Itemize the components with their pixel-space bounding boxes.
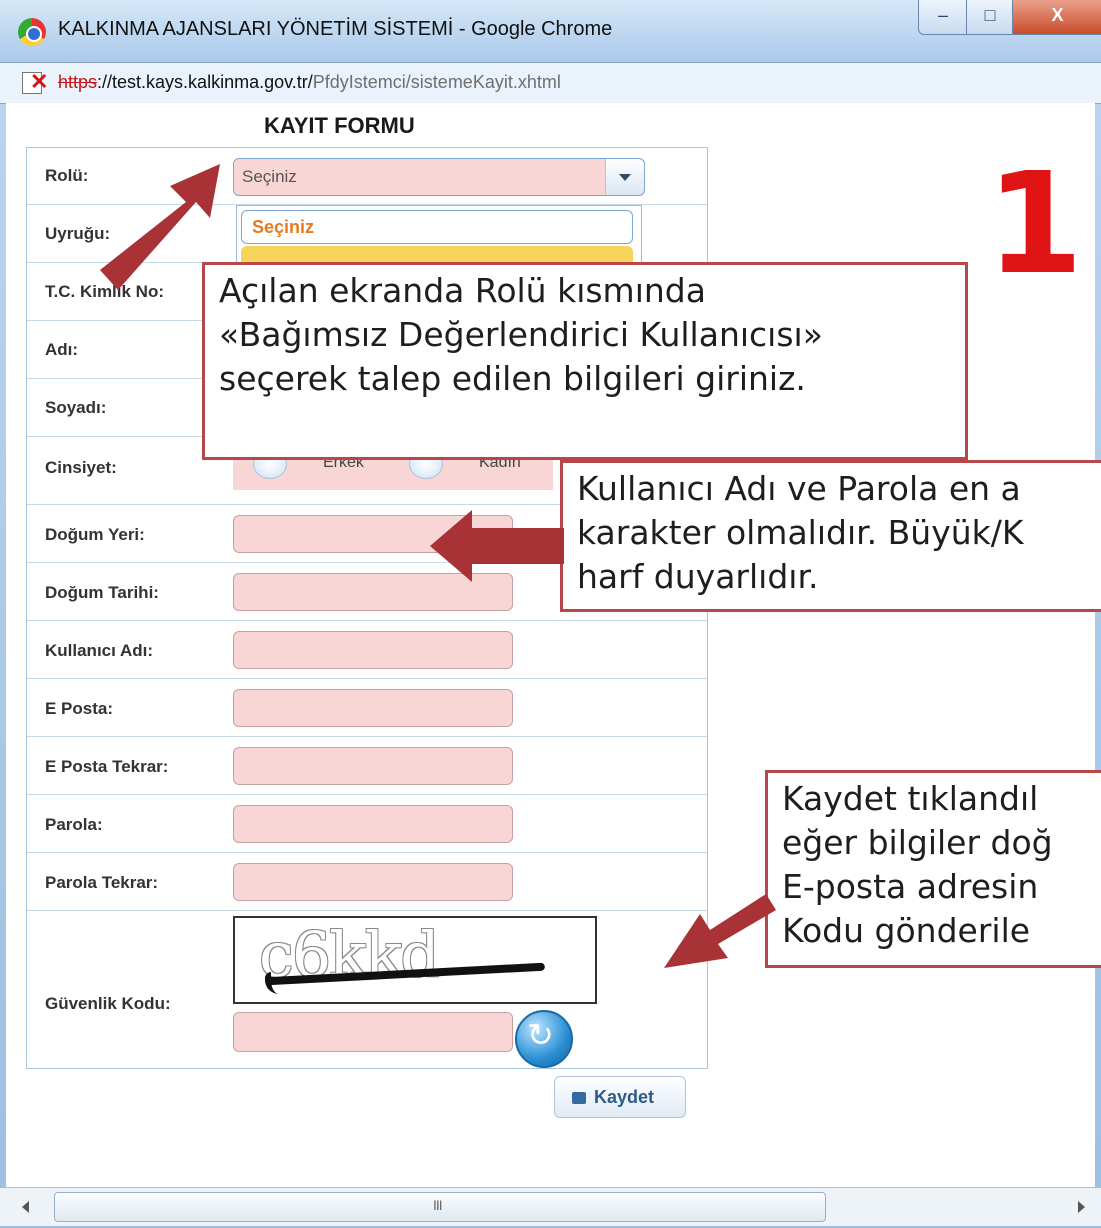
email-input[interactable] <box>233 689 513 727</box>
callout-username-line-1: Kullanıcı Adı ve Parola en a <box>577 469 1021 508</box>
email-label: E Posta: <box>45 699 114 718</box>
callout-role: Açılan ekranda Rolü kısmında «Bağımsız D… <box>202 262 968 460</box>
url-host: ://test.kays.kalkinma.gov.tr/ <box>97 72 313 92</box>
minimize-button[interactable]: – <box>918 0 968 35</box>
password-repeat-label: Parola Tekrar: <box>45 873 159 892</box>
scroll-right-icon[interactable] <box>1070 1192 1094 1220</box>
surname-label: Soyadı: <box>45 398 107 417</box>
email-row: E Posta: <box>27 678 707 737</box>
browser-window: KALKINMA AJANSLARI YÖNETİM SİSTEMİ - Goo… <box>0 0 1101 1228</box>
birthplace-input[interactable] <box>233 515 513 553</box>
callout-save-line-4: Kodu gönderile <box>782 911 1031 950</box>
horizontal-scrollbar[interactable]: III <box>0 1187 1101 1226</box>
url-path: PfdyIstemci/sistemeKayit.xhtml <box>312 72 561 92</box>
save-icon <box>572 1092 586 1104</box>
callout-username: Kullanıcı Adı ve Parola en a karakter ol… <box>560 460 1101 612</box>
role-row: Rolü: Seçiniz <box>27 148 707 205</box>
scrollbar-thumb[interactable]: III <box>54 1192 826 1222</box>
callout-role-line-1: Açılan ekranda Rolü kısmında <box>219 271 706 310</box>
password-row: Parola: <box>27 794 707 853</box>
callout-save: Kaydet tıklandıl eğer bilgiler doğ E-pos… <box>765 770 1101 968</box>
chevron-down-icon[interactable] <box>605 159 644 195</box>
callout-role-line-3: seçerek talep edilen bilgileri giriniz. <box>219 359 806 398</box>
close-button[interactable]: X <box>1012 0 1101 35</box>
gender-label: Cinsiyet: <box>45 458 117 477</box>
save-button-label: Kaydet <box>594 1087 655 1107</box>
nationality-label: Uyruğu: <box>45 224 111 243</box>
insecure-x-icon[interactable]: ✕ <box>30 71 48 93</box>
password-input[interactable] <box>233 805 513 843</box>
password-label: Parola: <box>45 815 103 834</box>
email-repeat-row: E Posta Tekrar: <box>27 736 707 795</box>
save-button[interactable]: Kaydet <box>554 1076 686 1118</box>
captcha-label: Güvenlik Kodu: <box>45 994 171 1013</box>
callout-username-line-2: karakter olmalıdır. Büyük/K <box>577 513 1024 552</box>
maximize-button[interactable]: □ <box>966 0 1014 35</box>
tc-no-label: T.C. Kimlik No: <box>45 282 165 301</box>
role-option-label: Seçiniz <box>252 217 315 237</box>
step-number: 1 <box>986 143 1084 306</box>
callout-save-line-1: Kaydet tıklandıl <box>782 779 1039 818</box>
role-option-seciniz[interactable]: Seçiniz <box>241 210 633 244</box>
birthplace-label: Doğum Yeri: <box>45 525 145 544</box>
form-title: KAYIT FORMU <box>264 113 415 138</box>
captcha-image: c6kkd <box>233 916 597 1004</box>
captcha-input[interactable] <box>233 1012 513 1052</box>
role-select[interactable]: Seçiniz <box>233 158 645 196</box>
scrollbar-grip: III <box>433 1197 443 1213</box>
password-repeat-row: Parola Tekrar: <box>27 852 707 911</box>
role-select-value: Seçiniz <box>242 167 297 186</box>
birthdate-label: Doğum Tarihi: <box>45 583 159 602</box>
name-label: Adı: <box>45 340 79 359</box>
refresh-icon[interactable] <box>515 1010 573 1068</box>
url-text[interactable]: https://test.kays.kalkinma.gov.tr/PfdyIs… <box>58 72 561 93</box>
username-row: Kullanıcı Adı: <box>27 620 707 679</box>
username-input[interactable] <box>233 631 513 669</box>
password-repeat-input[interactable] <box>233 863 513 901</box>
callout-username-line-3: harf duyarlıdır. <box>577 557 819 596</box>
username-label: Kullanıcı Adı: <box>45 641 153 660</box>
title-bar: KALKINMA AJANSLARI YÖNETİM SİSTEMİ - Goo… <box>0 0 1101 62</box>
captcha-row: Güvenlik Kodu: c6kkd <box>27 910 707 1068</box>
callout-role-line-2: «Bağımsız Değerlendirici Kullanıcısı» <box>219 315 823 354</box>
address-bar[interactable]: ✕ https://test.kays.kalkinma.gov.tr/Pfdy… <box>0 62 1101 104</box>
email-repeat-input[interactable] <box>233 747 513 785</box>
email-repeat-label: E Posta Tekrar: <box>45 757 169 776</box>
callout-save-line-3: E-posta adresin <box>782 867 1039 906</box>
url-scheme: https <box>58 72 98 92</box>
chrome-icon <box>18 18 46 46</box>
callout-save-line-2: eğer bilgiler doğ <box>782 823 1053 862</box>
birthdate-input[interactable] <box>233 573 513 611</box>
scroll-left-icon[interactable] <box>14 1192 38 1220</box>
role-label: Rolü: <box>45 166 89 185</box>
window-title: KALKINMA AJANSLARI YÖNETİM SİSTEMİ - Goo… <box>58 18 613 40</box>
